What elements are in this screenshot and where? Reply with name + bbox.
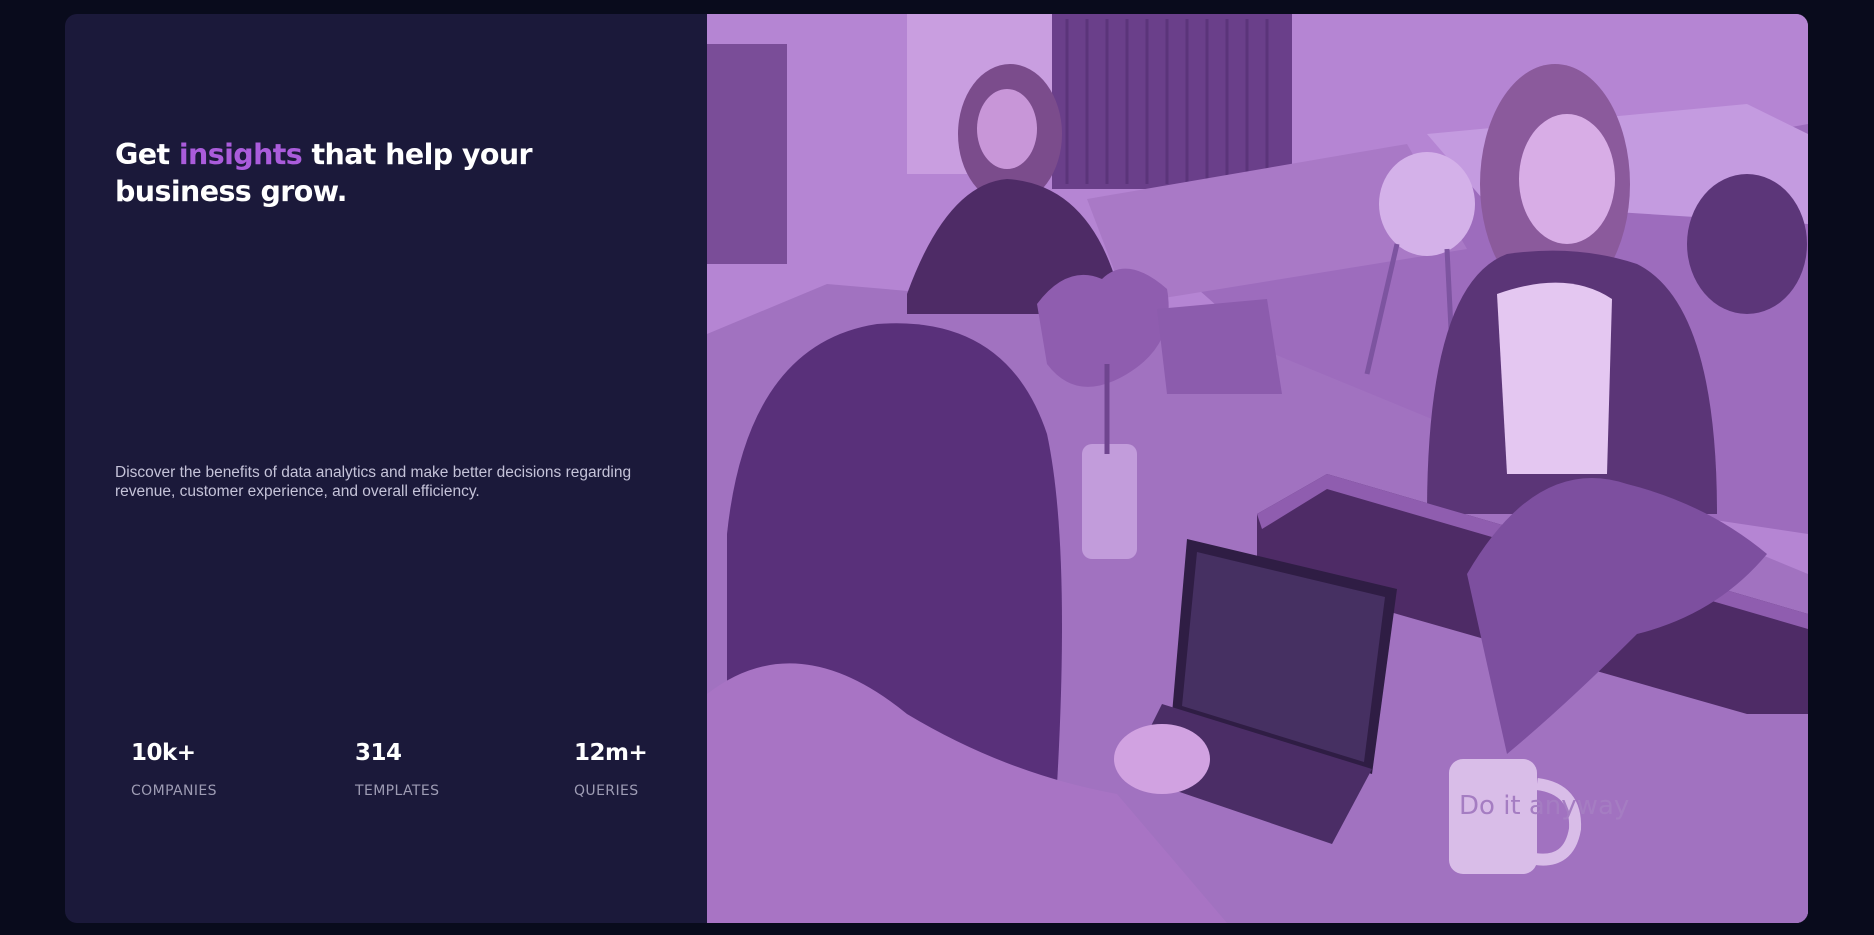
stats-row: 10k+ COMPANIES 314 TEMPLATES 12m+ QUERIE…: [131, 738, 691, 808]
team-working-photo: Do it anyway: [707, 14, 1808, 923]
stat-label: QUERIES: [574, 783, 639, 799]
hero-card: Get insights that help your business gro…: [65, 14, 1808, 923]
hero-headline: Get insights that help your business gro…: [115, 136, 675, 210]
headline-accent-word: insights: [178, 138, 303, 171]
person-foreground-hand: [1114, 724, 1210, 794]
stat-label: COMPANIES: [131, 783, 217, 799]
mug-text: Do it anyway: [1459, 791, 1629, 821]
chair-center: [1157, 299, 1282, 394]
hero-description: Discover the benefits of data analytics …: [115, 464, 632, 500]
stat-value: 10k+: [131, 740, 196, 766]
person-center-face: [977, 89, 1037, 169]
hero-text-panel: Get insights that help your business gro…: [65, 14, 707, 923]
stat-value: 12m+: [574, 740, 648, 766]
stat-queries: 12m+ QUERIES: [574, 738, 648, 800]
vase: [1082, 444, 1137, 559]
cabinet: [707, 44, 787, 264]
chair-back: [1379, 152, 1475, 256]
person-right-face: [1519, 114, 1615, 244]
headline-start: Get: [115, 138, 179, 171]
chair-back-2: [1687, 174, 1807, 314]
stat-companies: 10k+ COMPANIES: [131, 738, 217, 800]
stat-templates: 314 TEMPLATES: [355, 738, 439, 800]
stat-label: TEMPLATES: [355, 783, 440, 799]
person-right-shirt: [1497, 282, 1612, 474]
stat-value: 314: [355, 740, 402, 766]
